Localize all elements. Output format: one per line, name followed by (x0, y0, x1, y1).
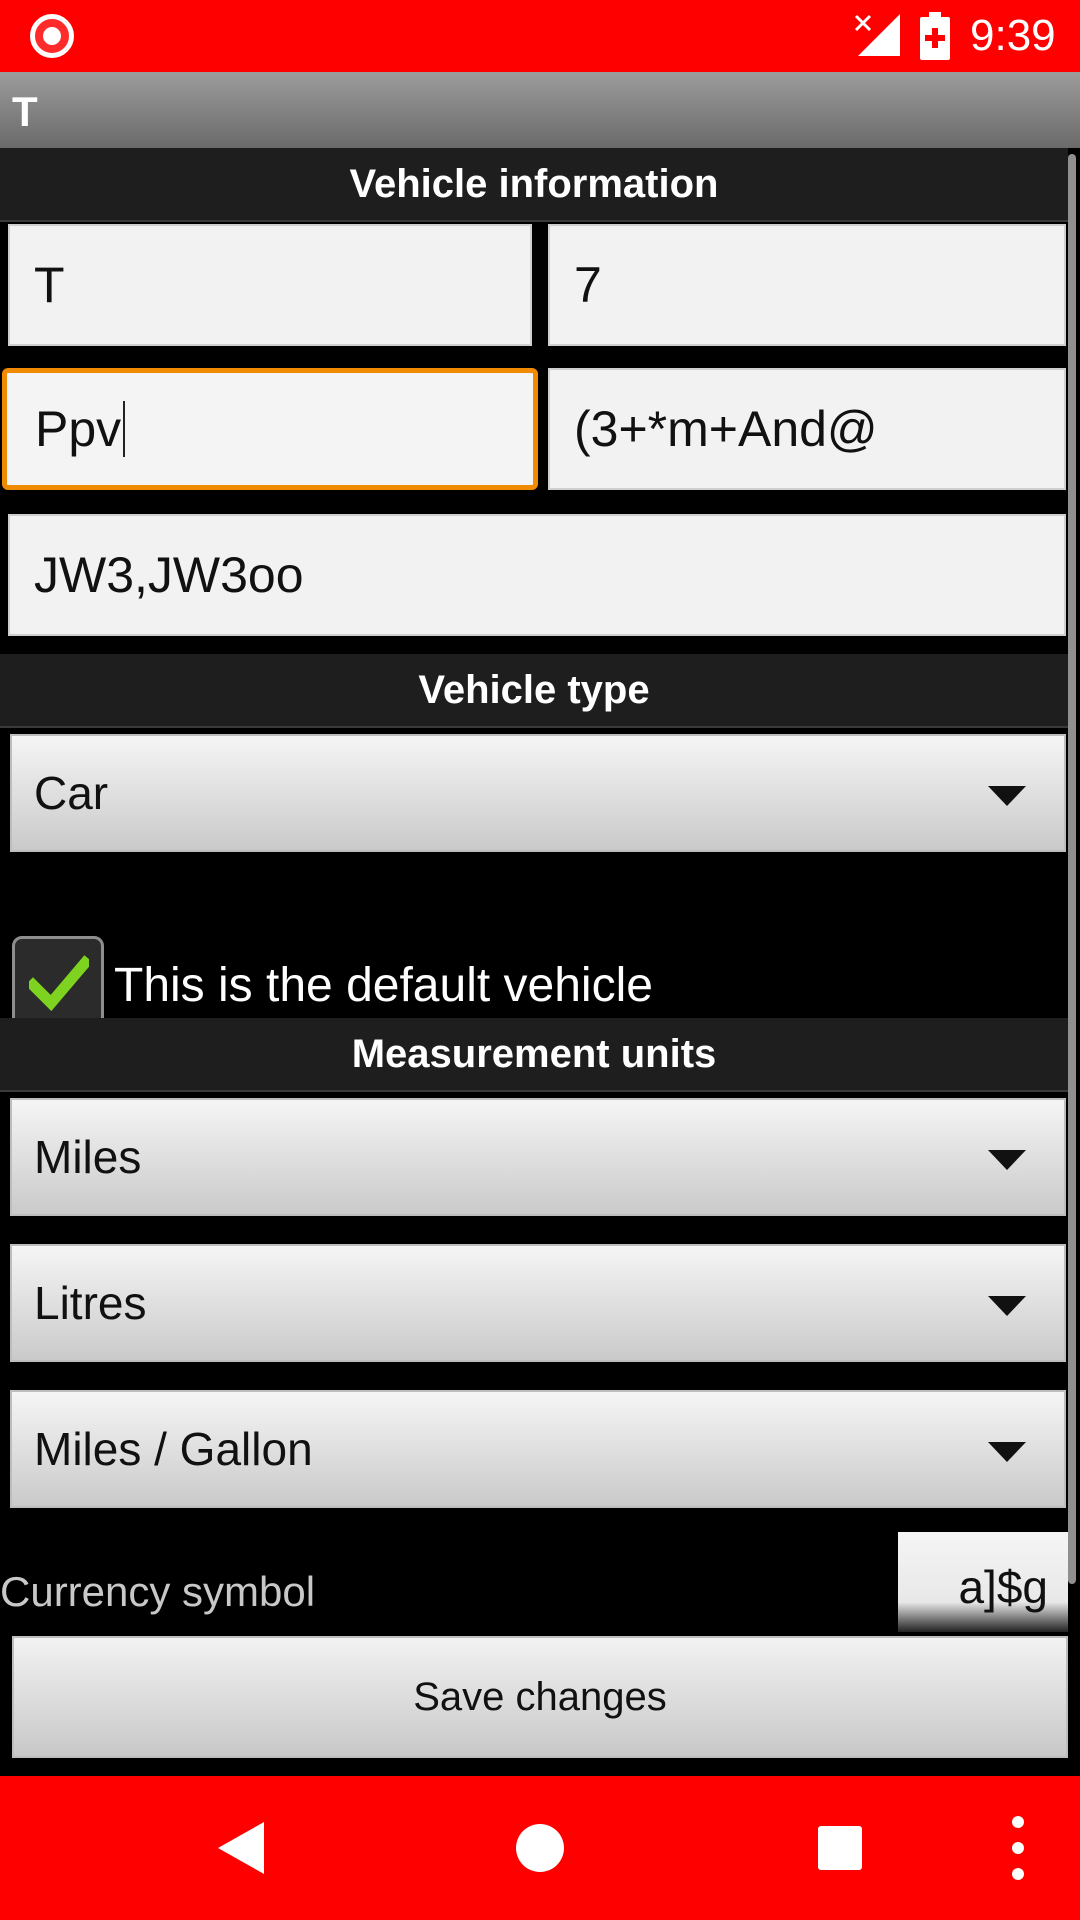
vehicle-type-dropdown[interactable]: Car (10, 734, 1066, 852)
vehicle-field-2[interactable]: 7 (548, 224, 1066, 346)
battery-charging-icon (920, 12, 950, 60)
vehicle-field-3[interactable]: Ppv (2, 368, 538, 490)
check-icon (29, 955, 89, 1011)
default-vehicle-row: This is the default vehicle (0, 886, 1068, 1028)
consumption-unit-dropdown[interactable]: Miles / Gallon (10, 1390, 1066, 1508)
home-icon[interactable] (516, 1824, 564, 1872)
volume-unit-dropdown[interactable]: Litres (10, 1244, 1066, 1362)
scrollbar[interactable] (1068, 154, 1076, 1584)
currency-symbol-label: Currency symbol (0, 1568, 316, 1615)
vehicle-field-4[interactable]: (3+*m+And@ (548, 368, 1066, 490)
more-icon[interactable] (1010, 1816, 1026, 1880)
default-vehicle-checkbox[interactable] (12, 936, 104, 1028)
distance-unit-selected: Miles (34, 1131, 142, 1183)
record-icon (30, 14, 74, 58)
default-vehicle-label[interactable]: This is the default vehicle (114, 958, 653, 1013)
section-header-vehicle-information: Vehicle information (0, 148, 1068, 222)
vehicle-field-4-value: (3+*m+And@ (574, 401, 878, 457)
section-header-measurement-units: Measurement units (0, 1018, 1068, 1092)
recents-icon[interactable] (818, 1826, 862, 1870)
title-bar: T (0, 72, 1080, 148)
screen: 9:39 T Vehicle information T 7 Ppv (3+*m… (0, 0, 1080, 1920)
clock: 9:39 (970, 11, 1056, 60)
distance-unit-dropdown[interactable]: Miles (10, 1098, 1066, 1216)
vehicle-field-5-value: JW3,JW3oo (34, 547, 304, 603)
vehicle-type-selected: Car (34, 767, 109, 819)
save-changes-button[interactable]: Save changes (12, 1636, 1068, 1758)
dropdown-arrow-icon (988, 1442, 1026, 1462)
page-title: T (12, 88, 38, 135)
vehicle-field-2-value: 7 (574, 257, 602, 313)
vehicle-field-5[interactable]: JW3,JW3oo (8, 514, 1066, 636)
no-signal-icon (854, 14, 900, 56)
volume-unit-selected: Litres (34, 1277, 147, 1329)
navigation-bar (0, 1776, 1080, 1920)
currency-symbol-input[interactable]: a]$g (898, 1532, 1068, 1632)
vehicle-field-3-value: Ppv (35, 401, 122, 457)
dropdown-arrow-icon (988, 1150, 1026, 1170)
section-header-vehicle-type: Vehicle type (0, 654, 1068, 728)
dropdown-arrow-icon (988, 1296, 1026, 1316)
back-icon[interactable] (214, 1820, 266, 1876)
text-caret (123, 401, 126, 457)
dropdown-arrow-icon (988, 786, 1026, 806)
consumption-unit-selected: Miles / Gallon (34, 1423, 313, 1475)
vehicle-field-1[interactable]: T (8, 224, 532, 346)
vehicle-field-1-value: T (34, 257, 65, 313)
status-bar: 9:39 (0, 0, 1080, 72)
